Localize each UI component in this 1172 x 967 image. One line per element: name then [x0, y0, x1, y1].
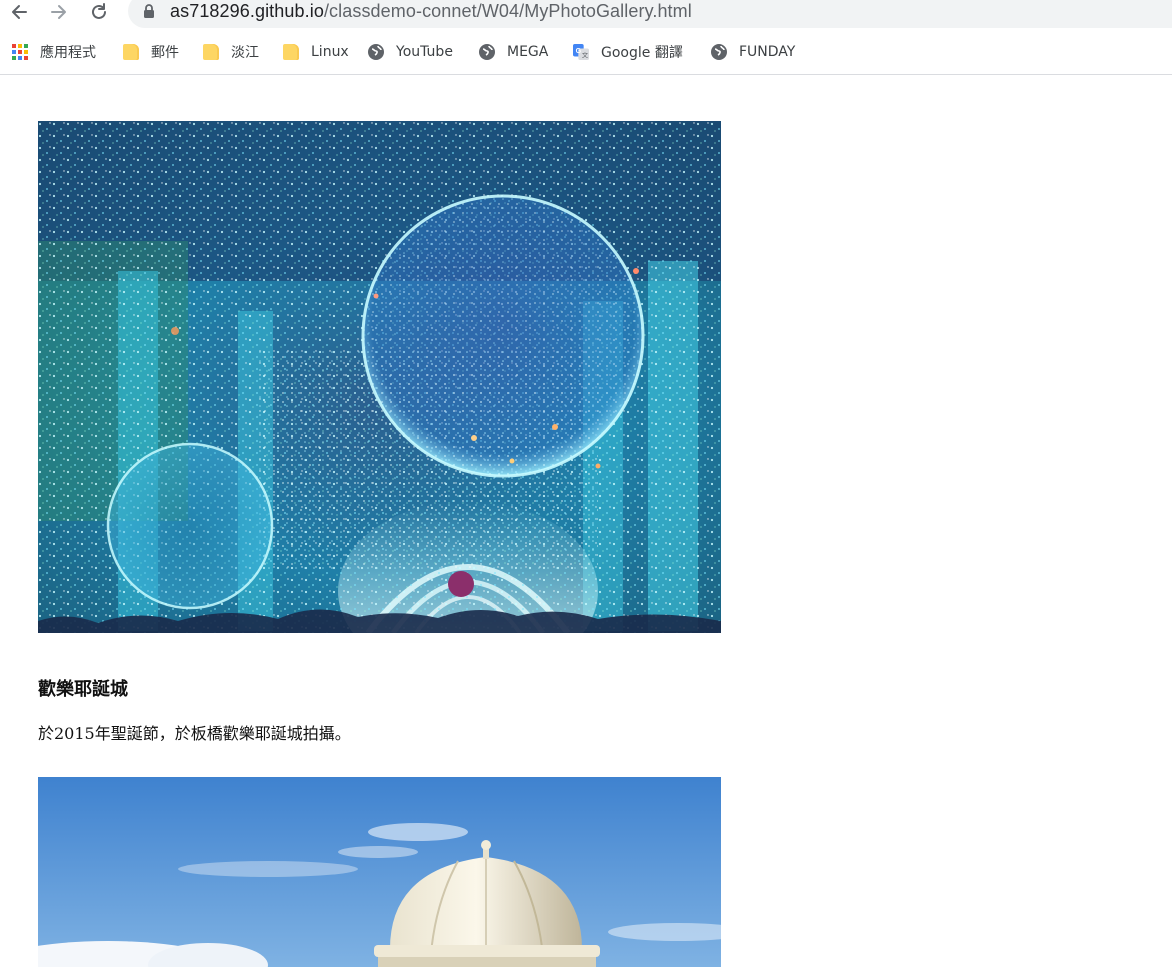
- apps-grid-icon: [12, 44, 28, 60]
- back-button[interactable]: [8, 1, 30, 23]
- bookmark-label: MEGA: [507, 44, 549, 60]
- bookmark-tamkang-folder[interactable]: 淡江: [203, 42, 259, 62]
- bookmark-label: 郵件: [151, 45, 179, 61]
- bookmark-label: FUNDAY: [739, 44, 796, 60]
- bookmark-youtube[interactable]: YouTube: [368, 42, 453, 62]
- reload-icon: [92, 3, 106, 19]
- reload-button[interactable]: [88, 1, 110, 23]
- bookmarks-bar: 應用程式 郵件 淡江 Linux YouTube MEGA G 文 Google: [0, 30, 1172, 75]
- svg-text:文: 文: [582, 51, 589, 59]
- globe-icon: [368, 44, 384, 60]
- christmas-light-tunnel-photo: [38, 121, 721, 633]
- bookmark-label: YouTube: [396, 44, 453, 60]
- google-translate-icon: G 文: [573, 44, 589, 60]
- bookmark-mail-folder[interactable]: 郵件: [123, 42, 179, 62]
- bookmark-label: Linux: [311, 44, 349, 60]
- white-dome-sky-photo: [38, 777, 721, 967]
- bookmark-linux-folder[interactable]: Linux: [283, 42, 349, 62]
- bookmark-label: 應用程式: [40, 45, 96, 61]
- folder-icon: [283, 44, 299, 60]
- bookmark-funday[interactable]: FUNDAY: [711, 42, 795, 62]
- globe-icon: [711, 44, 727, 60]
- forward-button[interactable]: [48, 1, 70, 23]
- bookmark-google-translate[interactable]: G 文 Google 翻譯: [573, 42, 683, 62]
- photo-gallery-page: 歡樂耶誕城 於2015年聖誕節，於板橋歡樂耶誕城拍攝。: [0, 75, 1172, 967]
- browser-toolbar: as718296.github.io/classdemo-connet/W04/…: [0, 0, 1172, 30]
- photo-description: 於2015年聖誕節，於板橋歡樂耶誕城拍攝。: [38, 724, 351, 743]
- folder-icon: [123, 44, 139, 60]
- url-text[interactable]: as718296.github.io/classdemo-connet/W04/…: [170, 1, 692, 22]
- svg-text:G: G: [576, 47, 582, 55]
- bookmark-label: 淡江: [231, 45, 259, 61]
- bookmark-apps[interactable]: 應用程式: [12, 42, 96, 62]
- folder-icon: [203, 44, 219, 60]
- bookmark-label: Google 翻譯: [601, 45, 683, 61]
- arrow-right-icon: [51, 5, 66, 19]
- globe-icon: [479, 44, 495, 60]
- arrow-left-icon: [12, 5, 27, 19]
- bookmark-mega[interactable]: MEGA: [479, 42, 548, 62]
- lock-icon: [144, 4, 154, 18]
- url-host: as718296.github.io: [170, 1, 324, 21]
- url-path: /classdemo-connet/W04/MyPhotoGallery.htm…: [323, 1, 692, 21]
- photo-title: 歡樂耶誕城: [38, 679, 128, 700]
